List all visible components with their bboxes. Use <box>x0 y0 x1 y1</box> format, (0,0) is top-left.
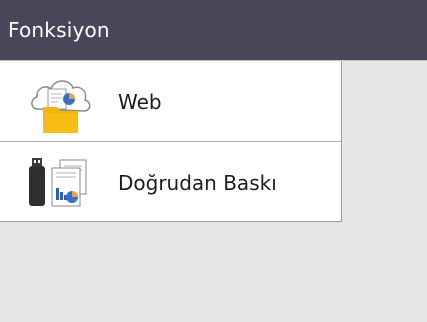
usb-direct-print-icon <box>24 152 96 214</box>
function-menu: Web Doğrudan Baskı <box>0 61 342 222</box>
web-cloud-folder-icon <box>24 71 96 133</box>
menu-item-web[interactable]: Web <box>0 61 341 141</box>
menu-item-direct-print[interactable]: Doğrudan Baskı <box>0 141 341 221</box>
menu-item-label: Web <box>118 90 162 114</box>
page-title: Fonksiyon <box>8 18 110 42</box>
menu-item-label: Doğrudan Baskı <box>118 171 277 195</box>
title-bar: Fonksiyon <box>0 0 427 61</box>
